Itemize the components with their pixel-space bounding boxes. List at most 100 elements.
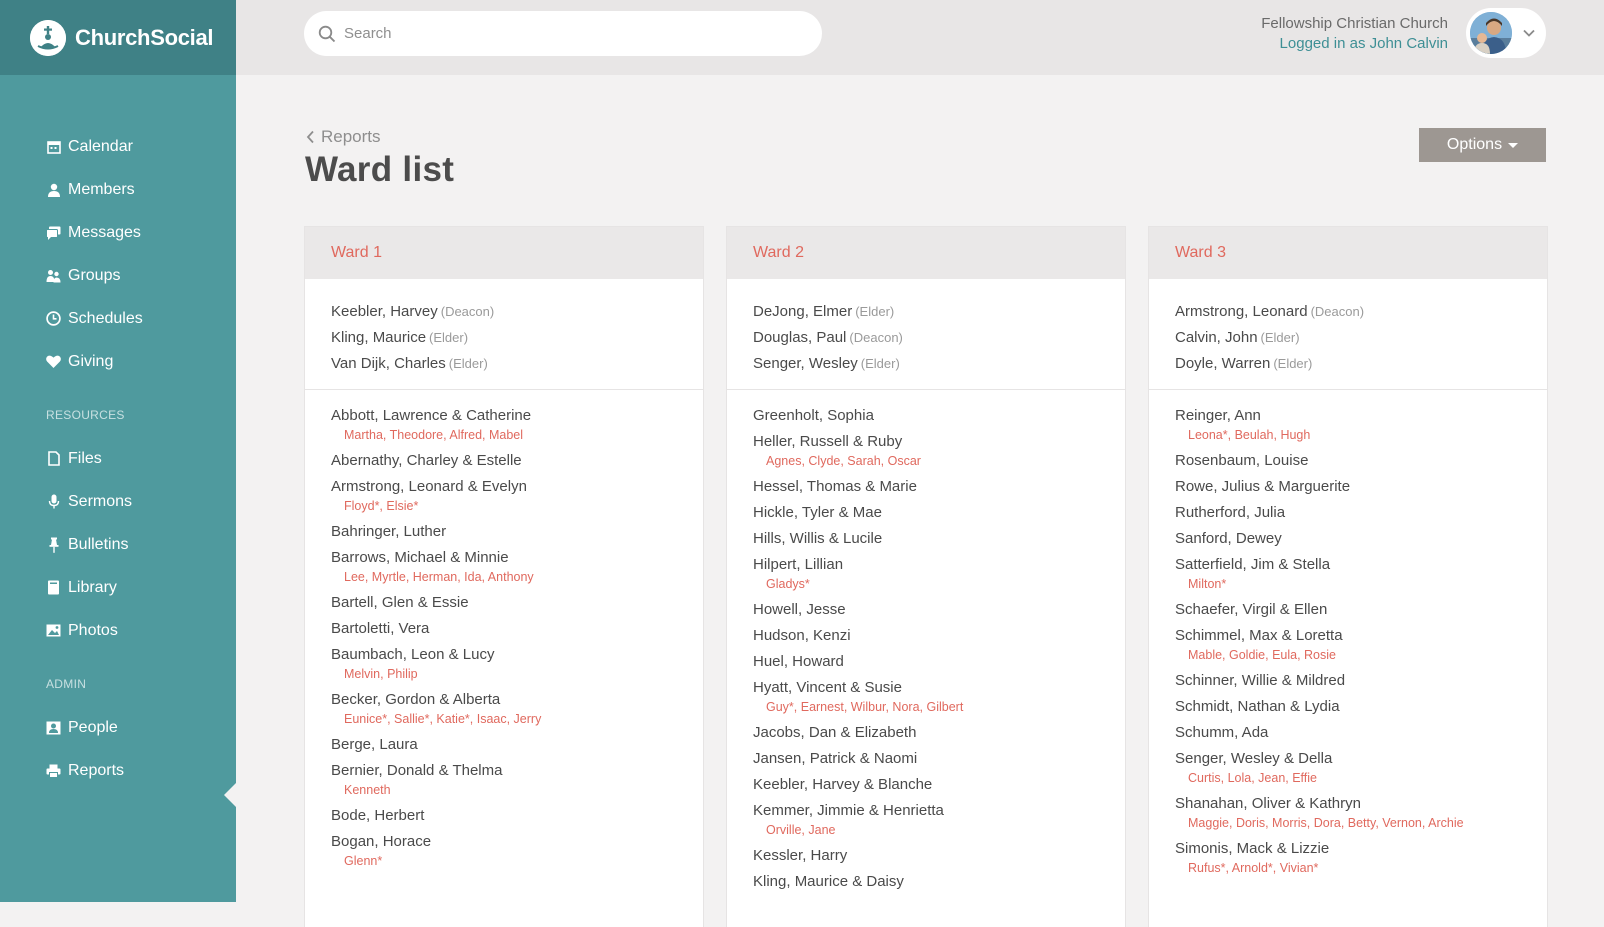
leader-role: (Elder) [855, 304, 895, 319]
household-item: Bernier, Donald & Thelma Kenneth [331, 761, 677, 799]
ward-households: Greenholt, Sophia Heller, Russell & Ruby A… [727, 390, 1125, 891]
leader-role: (Deacon) [849, 330, 903, 345]
household-name[interactable]: Hyatt, Vincent & Susie [753, 678, 1099, 697]
leader-name[interactable]: Armstrong, Leonard [1175, 303, 1308, 320]
back-to-reports-link[interactable]: Reports [306, 127, 381, 147]
search-box[interactable] [304, 11, 822, 56]
nav-calendar[interactable]: Calendar [0, 125, 236, 168]
nav-messages[interactable]: Messages [0, 211, 236, 254]
household-name[interactable]: Rowe, Julius & Marguerite [1175, 477, 1521, 496]
leader-name[interactable]: Senger, Wesley [753, 355, 858, 372]
household-name[interactable]: Rosenbaum, Louise [1175, 451, 1521, 470]
chat-icon [46, 225, 61, 241]
household-name[interactable]: Abbott, Lawrence & Catherine [331, 406, 677, 425]
logged-in-user[interactable]: Logged in as John Calvin [1261, 34, 1448, 54]
household-name[interactable]: Schinner, Willie & Mildred [1175, 671, 1521, 690]
logo[interactable]: ChurchSocial [0, 0, 236, 75]
heart-icon [46, 354, 61, 370]
leader-role: (Elder) [1273, 356, 1313, 371]
user-menu[interactable] [1466, 8, 1546, 58]
household-name[interactable]: Bogan, Horace [331, 832, 677, 851]
household-item: Hilpert, Lillian Gladys* [753, 555, 1099, 593]
sidebar: ChurchSocial Calendar Members Messages G… [0, 0, 236, 902]
household-name[interactable]: Hickle, Tyler & Mae [753, 503, 1099, 522]
ward-households: Abbott, Lawrence & Catherine Martha, Theo… [305, 390, 703, 870]
resources-heading: RESOURCES [46, 408, 125, 422]
household-name[interactable]: Simonis, Mack & Lizzie [1175, 839, 1521, 858]
nav-giving[interactable]: Giving [0, 340, 236, 383]
household-name[interactable]: Satterfield, Jim & Stella [1175, 555, 1521, 574]
household-name[interactable]: Reinger, Ann [1175, 406, 1521, 425]
nav-files-label: Files [68, 449, 102, 467]
household-name[interactable]: Kessler, Harry [753, 846, 1099, 865]
main-nav: Calendar Members Messages Groups Schedul… [0, 125, 236, 383]
household-name[interactable]: Hills, Willis & Lucile [753, 529, 1099, 548]
household-name[interactable]: Bahringer, Luther [331, 522, 677, 541]
caret-down-icon [1508, 142, 1519, 148]
household-name[interactable]: Hilpert, Lillian [753, 555, 1099, 574]
nav-bulletins[interactable]: Bulletins [0, 523, 236, 566]
household-name[interactable]: Schmidt, Nathan & Lydia [1175, 697, 1521, 716]
household-name[interactable]: Kling, Maurice & Daisy [753, 872, 1099, 891]
household-name[interactable]: Huel, Howard [753, 652, 1099, 671]
household-name[interactable]: Kemmer, Jimmie & Henrietta [753, 801, 1099, 820]
nav-members[interactable]: Members [0, 168, 236, 211]
household-name[interactable]: Heller, Russell & Ruby [753, 432, 1099, 451]
household-name[interactable]: Bartell, Glen & Essie [331, 593, 677, 612]
household-name[interactable]: Jacobs, Dan & Elizabeth [753, 723, 1099, 742]
household-name[interactable]: Hudson, Kenzi [753, 626, 1099, 645]
household-name[interactable]: Jansen, Patrick & Naomi [753, 749, 1099, 768]
leader-row: Doyle, Warren (Elder) [1175, 351, 1521, 377]
nav-calendar-label: Calendar [68, 137, 133, 155]
household-name[interactable]: Schaefer, Virgil & Ellen [1175, 600, 1521, 619]
household-name[interactable]: Bernier, Donald & Thelma [331, 761, 677, 780]
household-name[interactable]: Sanford, Dewey [1175, 529, 1521, 548]
nav-reports[interactable]: Reports [0, 749, 236, 792]
nav-schedules[interactable]: Schedules [0, 297, 236, 340]
household-name[interactable]: Abernathy, Charley & Estelle [331, 451, 677, 470]
household-name[interactable]: Keebler, Harvey & Blanche [753, 775, 1099, 794]
leader-row: Kling, Maurice (Elder) [331, 325, 677, 351]
household-name[interactable]: Howell, Jesse [753, 600, 1099, 619]
search-input[interactable] [342, 24, 786, 43]
nav-people[interactable]: People [0, 706, 236, 749]
leader-role: (Elder) [448, 356, 488, 371]
household-name[interactable]: Senger, Wesley & Della [1175, 749, 1521, 768]
nav-library[interactable]: Library [0, 566, 236, 609]
leader-role: (Deacon) [440, 304, 495, 319]
household-item: Bartoletti, Vera [331, 619, 677, 638]
household-name[interactable]: Becker, Gordon & Alberta [331, 690, 677, 709]
leader-name[interactable]: DeJong, Elmer [753, 303, 852, 320]
household-item: Reinger, Ann Leona*, Beulah, Hugh [1175, 406, 1521, 444]
household-name[interactable]: Bode, Herbert [331, 806, 677, 825]
leader-name[interactable]: Van Dijk, Charles [331, 355, 446, 372]
leader-row: Van Dijk, Charles (Elder) [331, 351, 677, 377]
options-label: Options [1446, 136, 1503, 153]
household-name[interactable]: Barrows, Michael & Minnie [331, 548, 677, 567]
household-name[interactable]: Bartoletti, Vera [331, 619, 677, 638]
nav-photos[interactable]: Photos [0, 609, 236, 652]
nav-library-label: Library [68, 578, 117, 596]
nav-groups[interactable]: Groups [0, 254, 236, 297]
leader-name[interactable]: Douglas, Paul [753, 329, 846, 346]
household-name[interactable]: Schumm, Ada [1175, 723, 1521, 742]
household-name[interactable]: Armstrong, Leonard & Evelyn [331, 477, 677, 496]
household-name[interactable]: Baumbach, Leon & Lucy [331, 645, 677, 664]
nav-sermons[interactable]: Sermons [0, 480, 236, 523]
printer-icon [46, 763, 61, 779]
ward-title: Ward 2 [727, 227, 1125, 279]
household-name[interactable]: Greenholt, Sophia [753, 406, 1099, 425]
leader-name[interactable]: Keebler, Harvey [331, 303, 438, 320]
nav-files[interactable]: Files [0, 437, 236, 480]
leader-name[interactable]: Doyle, Warren [1175, 355, 1270, 372]
household-name[interactable]: Shanahan, Oliver & Kathryn [1175, 794, 1521, 813]
options-button[interactable]: Options [1419, 128, 1546, 162]
admin-nav: People Reports [0, 706, 236, 792]
leader-name[interactable]: Kling, Maurice [331, 329, 426, 346]
church-name: Fellowship Christian Church [1261, 15, 1448, 32]
household-name[interactable]: Hessel, Thomas & Marie [753, 477, 1099, 496]
household-name[interactable]: Rutherford, Julia [1175, 503, 1521, 522]
leader-name[interactable]: Calvin, John [1175, 329, 1258, 346]
household-name[interactable]: Berge, Laura [331, 735, 677, 754]
household-name[interactable]: Schimmel, Max & Loretta [1175, 626, 1521, 645]
